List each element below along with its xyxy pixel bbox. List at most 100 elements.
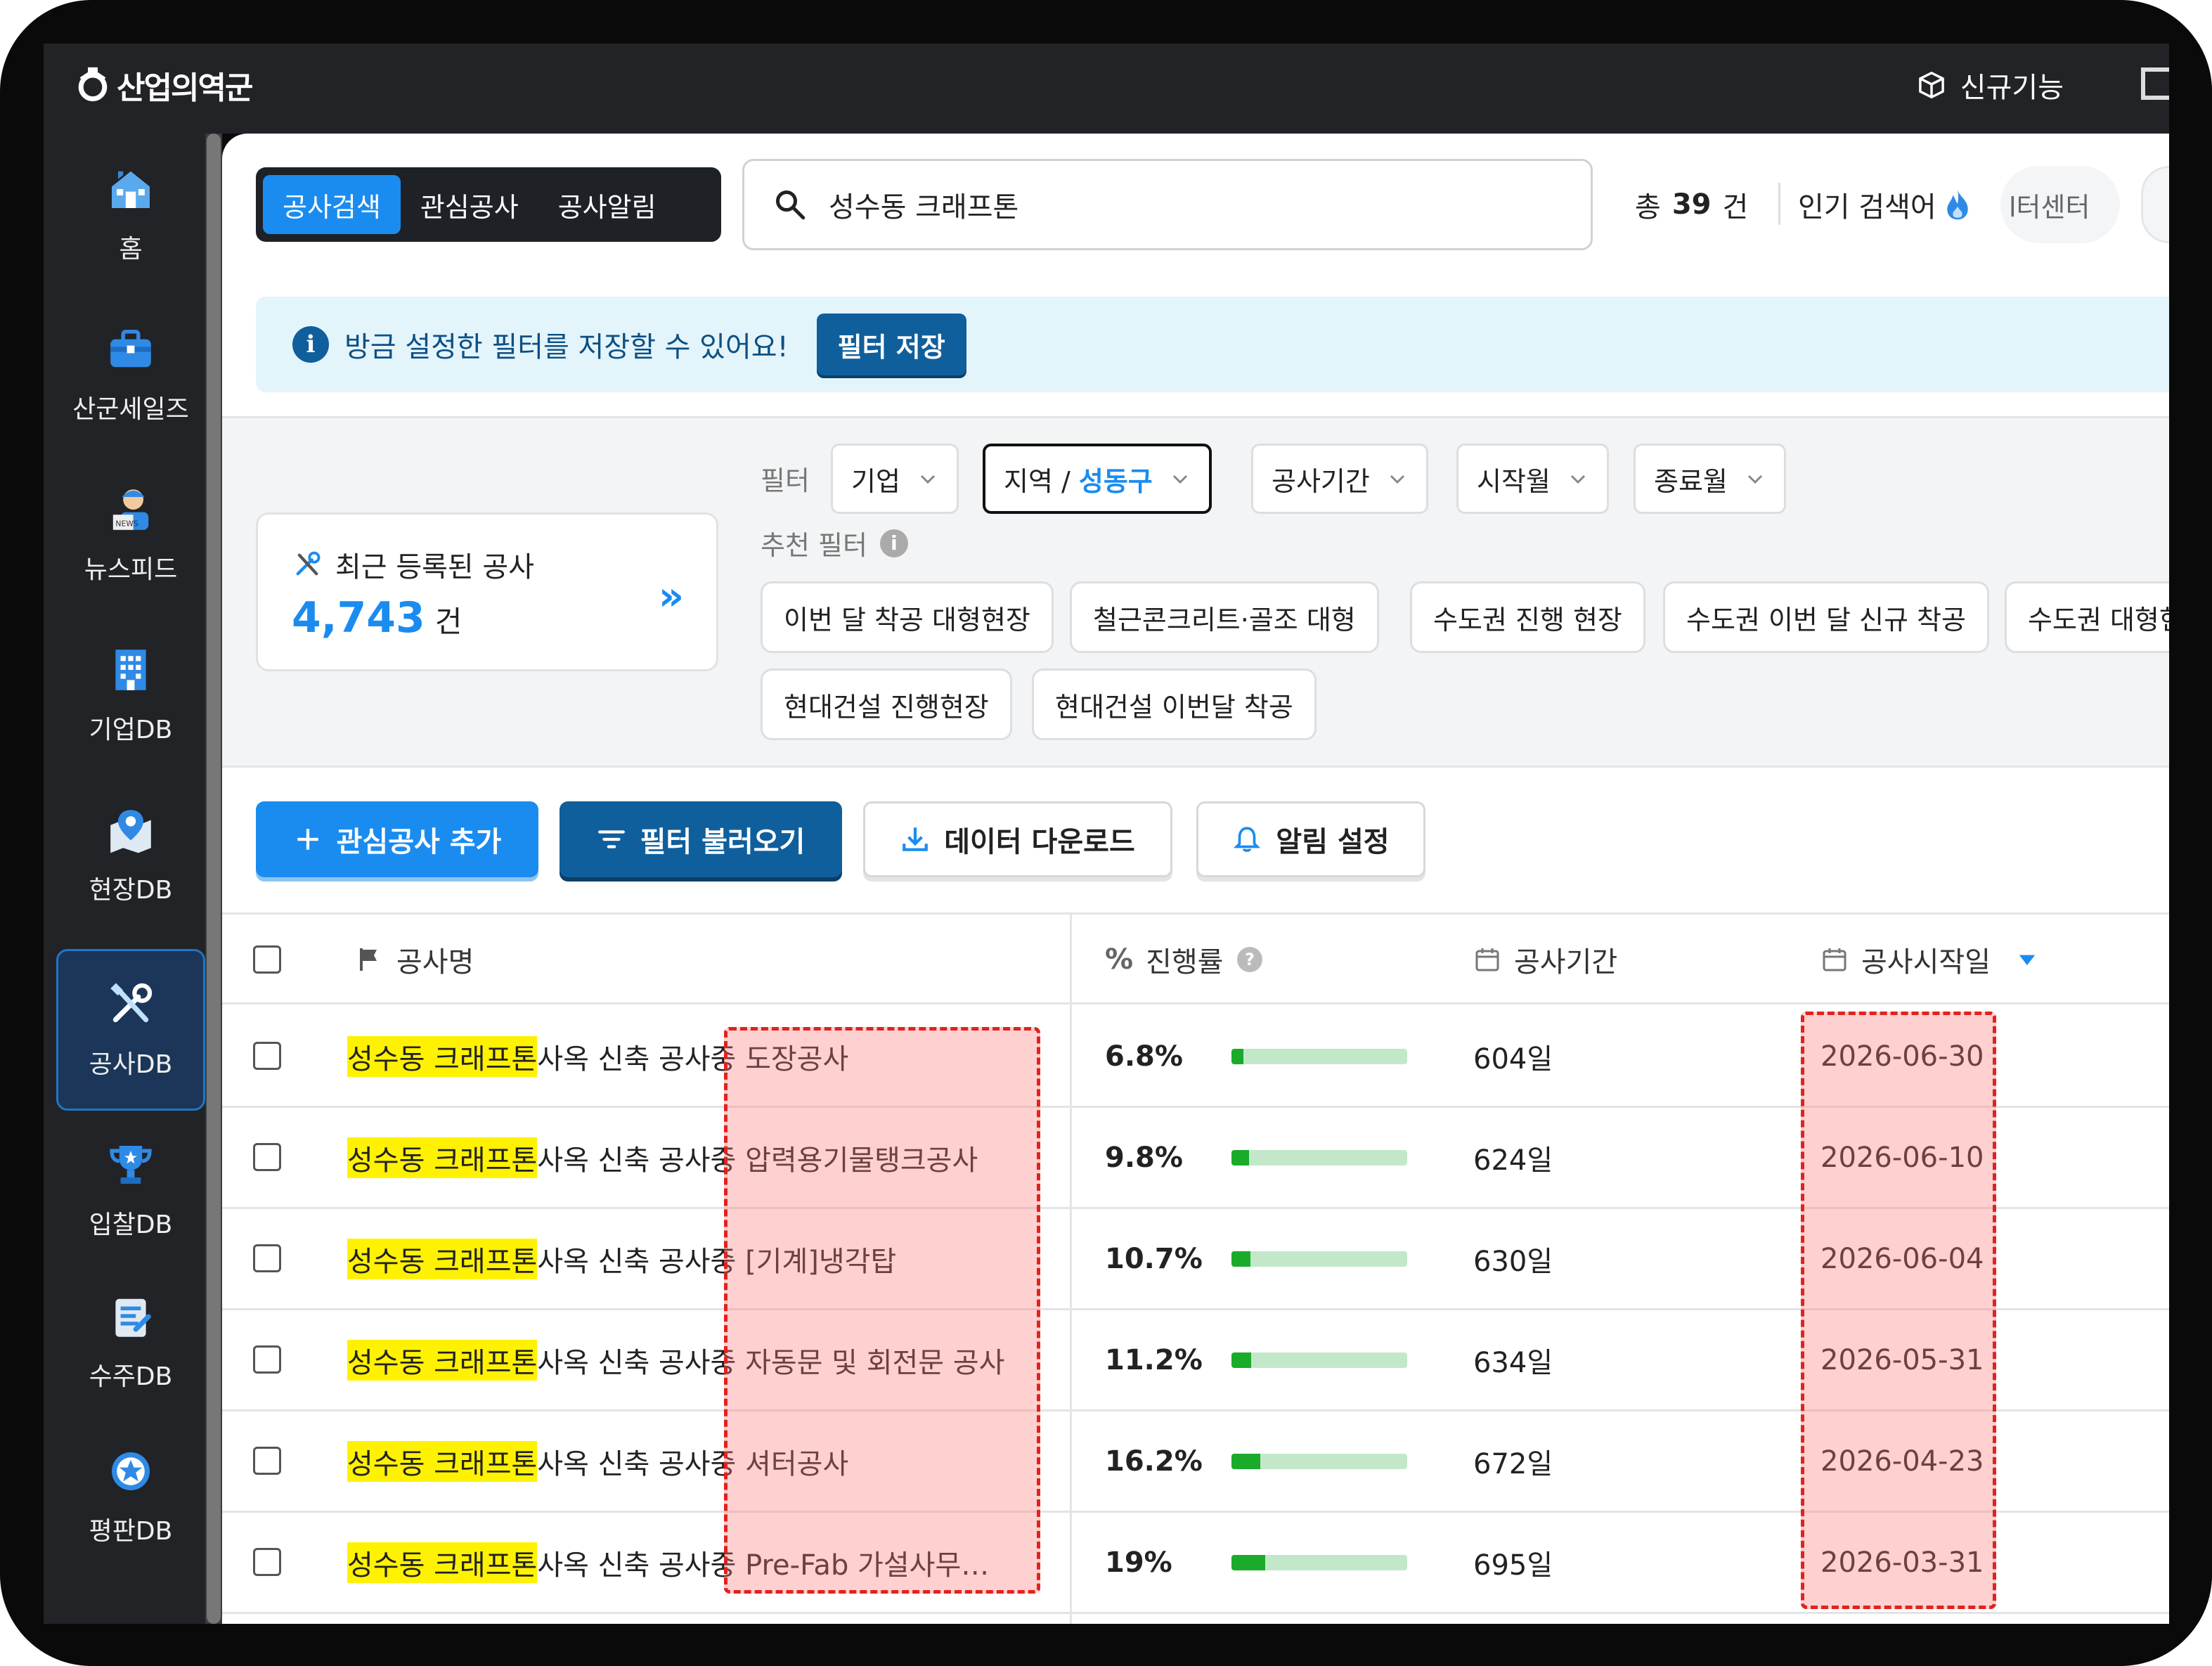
recommended-label-text: 추천 필터 xyxy=(761,530,867,561)
header-progress-label: 진행률 xyxy=(1146,946,1224,979)
recent-count-unit: 건 xyxy=(434,605,463,639)
project-period: 672일 xyxy=(1473,1447,1553,1480)
row-checkbox[interactable] xyxy=(253,1042,281,1070)
row-checkbox[interactable] xyxy=(253,1345,281,1374)
load-filter-button[interactable]: 필터 불러오기 xyxy=(560,801,842,877)
popular-keyword-chip-next[interactable] xyxy=(2141,166,2169,243)
percent-icon: % xyxy=(1105,943,1134,976)
tab-search[interactable]: 공사검색 xyxy=(263,175,401,234)
add-interest-button[interactable]: 관심공사 추가 xyxy=(256,801,538,877)
header-progress[interactable]: % 진행률 ? xyxy=(1105,915,1264,1005)
progress-bar xyxy=(1231,1049,1407,1064)
recent-projects-card[interactable]: 최근 등록된 공사 4,743 건 » xyxy=(256,512,718,671)
total-number: 39 xyxy=(1671,188,1712,221)
save-filter-button[interactable]: 필터 저장 xyxy=(816,314,966,375)
filter-lines-icon xyxy=(597,830,625,848)
download-icon xyxy=(903,827,929,851)
bell-icon xyxy=(1234,827,1261,852)
trophy-icon xyxy=(110,1146,152,1184)
info-icon: i xyxy=(292,326,329,363)
header-name[interactable]: 공사명 xyxy=(356,915,474,1005)
sort-desc-icon[interactable] xyxy=(2016,948,2038,971)
tools-icon xyxy=(110,983,153,1023)
progress-value: 9.8% xyxy=(1105,1141,1183,1174)
progress-bar-fill xyxy=(1231,1555,1265,1570)
filter-start-month[interactable]: 시작월 xyxy=(1456,444,1609,514)
sidebar-item-reputation-db[interactable]: 평판DB xyxy=(56,1416,205,1577)
sidebar-scrollbar-thumb[interactable] xyxy=(207,134,221,1624)
sidebar-item-label: 산군세일즈 xyxy=(72,395,189,424)
plus-icon xyxy=(297,829,318,850)
recommended-filter-chip[interactable]: 현대건설 이번달 착공 xyxy=(1032,669,1317,740)
alarm-settings-button[interactable]: 알림 설정 xyxy=(1196,801,1425,877)
search-highlight: 성수동 크래프톤 xyxy=(347,1440,538,1482)
row-checkbox[interactable] xyxy=(253,1447,281,1475)
header-period[interactable]: 공사기간 xyxy=(1473,915,1617,1005)
search-input[interactable] xyxy=(829,188,1532,221)
filter-period[interactable]: 공사기간 xyxy=(1251,444,1428,514)
filter-company[interactable]: 기업 xyxy=(831,444,959,514)
sidebar-item-newsfeed[interactable]: NEWS 뉴스피드 xyxy=(56,454,205,616)
recent-title-text: 최근 등록된 공사 xyxy=(335,551,535,583)
sidebar-item-company-db[interactable]: 기업DB xyxy=(56,614,205,776)
recommended-filter-chip[interactable]: 이번 달 착공 대형현장 xyxy=(761,581,1054,653)
recommended-filter-chip[interactable]: 현대건설 진행현장 xyxy=(761,669,1012,740)
save-filter-banner: i 방금 설정한 필터를 저장할 수 있어요! 필터 저장 xyxy=(256,297,2169,392)
new-features-button[interactable]: 신규기능 xyxy=(1915,60,2064,110)
main-panel: 공사검색 관심공사 공사알림 총 39 건 인기 검색어 l터센터 i 방금 설… xyxy=(222,134,2169,1624)
annotation-highlight-box xyxy=(724,1027,1040,1594)
filter-end-month[interactable]: 종료월 xyxy=(1634,444,1786,514)
popular-searches[interactable]: 인기 검색어 xyxy=(1798,173,1972,236)
progress-bar xyxy=(1231,1150,1407,1165)
double-chevron-right-icon[interactable]: » xyxy=(659,574,684,619)
recent-count: 4,743 건 xyxy=(292,593,462,642)
device-bezel xyxy=(2169,44,2212,1624)
project-period: 604일 xyxy=(1473,1042,1553,1076)
sidebar-item-site-db[interactable]: 현장DB xyxy=(56,775,205,936)
row-checkbox[interactable] xyxy=(253,1143,281,1171)
recommended-filter-chip[interactable]: 수도권 이번 달 신규 착공 xyxy=(1663,581,1989,653)
top-bar: 산업의역군 신규기능 xyxy=(44,44,2169,134)
project-period: 634일 xyxy=(1473,1346,1553,1379)
calendar-icon xyxy=(1823,948,1846,971)
sidebar-item-home[interactable]: 홈 xyxy=(56,134,205,295)
progress-value: 19% xyxy=(1105,1546,1172,1579)
tab-group: 공사검색 관심공사 공사알림 xyxy=(256,167,721,242)
filter-region[interactable]: 지역 / 성동구 xyxy=(983,444,1212,514)
search-box[interactable] xyxy=(742,159,1593,250)
recommended-filter-chip[interactable]: 철근콘크리트·골조 대형 xyxy=(1070,581,1379,653)
info-icon[interactable]: i xyxy=(879,529,908,557)
sidebar-item-bid-db[interactable]: 입찰DB xyxy=(56,1109,205,1271)
map-pin-icon xyxy=(110,810,151,853)
project-period: 695일 xyxy=(1473,1549,1553,1582)
download-data-button[interactable]: 데이터 다운로드 xyxy=(863,801,1172,877)
select-all-checkbox[interactable] xyxy=(253,945,281,974)
add-interest-label: 관심공사 추가 xyxy=(336,826,502,858)
progress-bar xyxy=(1231,1555,1407,1570)
recent-title: 최근 등록된 공사 xyxy=(292,544,534,585)
device-frame: 산업의역군 신규기능 홈 산군세일즈 NEWS 뉴스피드 기업DB 현장DB 공… xyxy=(0,0,2212,1666)
recommended-filter-chip[interactable]: 수도권 진행 현장 xyxy=(1410,581,1645,653)
new-features-label: 신규기능 xyxy=(1960,72,2064,104)
summary-divider xyxy=(1778,183,1780,225)
filter-region-value: 성동구 xyxy=(1078,465,1153,497)
row-checkbox[interactable] xyxy=(253,1548,281,1576)
flag-icon xyxy=(360,948,377,971)
sidebar-item-order-db[interactable]: 수주DB xyxy=(56,1261,205,1423)
display-icon[interactable] xyxy=(2141,67,2169,100)
fire-icon xyxy=(1947,189,1968,220)
tab-interest[interactable]: 관심공사 xyxy=(401,175,538,234)
row-checkbox[interactable] xyxy=(253,1244,281,1272)
home-icon xyxy=(112,171,150,208)
header-start[interactable]: 공사시작일 xyxy=(1820,915,2038,1005)
recommended-filter-chip[interactable]: 수도권 대형현 xyxy=(2005,581,2169,653)
calendar-icon xyxy=(1475,948,1499,971)
sidebar-item-sales[interactable]: 산군세일즈 xyxy=(56,294,205,456)
tab-alerts[interactable]: 공사알림 xyxy=(538,175,676,234)
app-logo[interactable]: 산업의역군 xyxy=(73,60,253,110)
help-icon[interactable]: ? xyxy=(1236,945,1264,974)
box-sparkle-icon xyxy=(1918,71,1944,99)
popular-keyword-chip[interactable]: l터센터 xyxy=(2000,166,2120,243)
sidebar-item-construction-db[interactable]: 공사DB xyxy=(56,949,205,1111)
clipboard-icon xyxy=(115,1298,151,1337)
